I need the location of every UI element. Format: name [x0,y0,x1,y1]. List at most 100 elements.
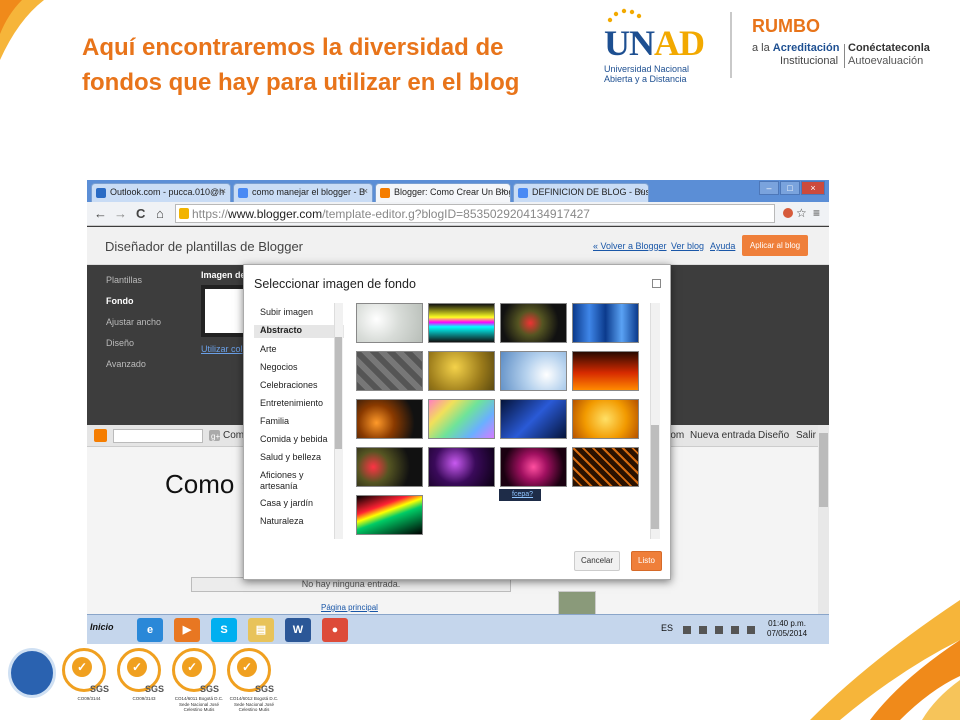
taskbar-file-explorer-icon[interactable]: ▤ [248,618,274,642]
maximize-button[interactable]: □ [780,181,800,195]
category-item-salud-belleza[interactable]: Salud y belleza [254,452,344,463]
background-thumbnail-red-green-bokeh[interactable] [500,303,567,343]
google-plus-icon[interactable]: g+ [209,430,220,441]
designer-nav-diseno[interactable]: Diseño [106,338,134,348]
background-image-label: Imagen de [201,270,246,280]
dialog-close-icon[interactable] [652,279,661,288]
category-item-arte[interactable]: Arte [254,344,344,355]
tray-battery-icon[interactable] [715,626,723,634]
taskbar-internet-explorer-icon[interactable]: e [137,618,163,642]
background-thumbnail-orange-circuit[interactable] [572,447,639,487]
category-item-comida-bebida[interactable]: Comida y bebida [254,434,344,445]
category-item-aficiones[interactable]: Aficiones y artesanía [254,470,334,492]
home-icon[interactable]: ⌂ [156,206,164,221]
tab-close-icon[interactable]: × [363,186,368,196]
category-item-entretenimiento[interactable]: Entretenimiento [254,398,344,409]
browser-tab-manejar-blogger[interactable]: como manejar el blogger - B × [233,183,373,202]
browser-tab-blogger[interactable]: Blogger: Como Crear Un Blog × [375,183,511,202]
extension-icon[interactable] [782,207,794,219]
navbar-signout[interactable]: Salir [796,430,816,441]
tab-close-icon[interactable]: × [501,186,506,196]
background-thumbnail-grey-squares[interactable] [356,351,423,391]
preview-scrollbar-thumb[interactable] [819,433,828,507]
blogger-header: Diseñador de plantillas de Blogger « Vol… [87,227,829,265]
taskbar-media-player-icon[interactable]: ▶ [174,618,200,642]
designer-nav-fondo[interactable]: Fondo [106,296,134,306]
back-to-blogger-link[interactable]: « Volver a Blogger [593,241,667,251]
start-button[interactable]: Inicio [90,622,114,632]
tray-network-icon[interactable] [731,626,739,634]
rumbo-logo: RUMBO a la Acreditación Institucional Co… [752,16,952,76]
slide-title: Aquí encontraremos la diversidad de fond… [82,34,520,96]
designer-nav-ajustar-ancho[interactable]: Ajustar ancho [106,317,161,327]
taskbar-clock[interactable]: 01:40 p.m. 07/05/2014 [767,619,807,639]
view-blog-link[interactable]: Ver blog [671,241,704,251]
navbar-search-input[interactable] [113,429,203,443]
background-thumbnail-rainbow-glitter[interactable] [428,399,495,439]
cancel-button[interactable]: Cancelar [574,551,620,571]
minimize-button[interactable]: – [759,181,779,195]
background-thumbnail-yellow-swirls[interactable] [572,399,639,439]
category-item-casa-jardin[interactable]: Casa y jardín [254,498,344,509]
tab-close-icon[interactable]: × [221,186,226,196]
back-arrow-icon[interactable]: ← [94,206,107,221]
navbar-design[interactable]: Diseño [758,430,789,441]
category-scrollbar-thumb[interactable] [335,337,342,449]
background-thumbnail-blue-light-rays[interactable] [572,303,639,343]
menu-icon[interactable]: ≡ [813,206,820,220]
background-thumbnail-orange-sparks[interactable] [356,399,423,439]
tray-up-arrow-icon[interactable] [683,626,691,634]
close-window-button[interactable]: × [801,181,825,195]
background-thumbnail-flames[interactable] [572,351,639,391]
apply-to-blog-button[interactable]: Aplicar al blog [742,235,808,256]
taskbar-chrome-icon[interactable]: ● [322,618,348,642]
background-thumbnail-light-trails[interactable] [356,495,423,535]
designer-nav-avanzado[interactable]: Avanzado [106,359,146,369]
background-thumbnail-blue-swirl[interactable] [500,351,567,391]
category-item-negocios[interactable]: Negocios [254,362,344,373]
browser-tab-outlook[interactable]: Outlook.com - pucca.010@h × [91,183,231,202]
main-page-link[interactable]: Página principal [321,603,378,612]
category-item-familia[interactable]: Familia [254,416,344,427]
conectate-label: Conéctateconla [848,42,930,54]
taskbar-word-icon[interactable]: W [285,618,311,642]
tray-flag-icon[interactable] [699,626,707,634]
star-bookmark-icon[interactable]: ☆ [796,206,807,220]
background-thumbnail-pink-bokeh[interactable] [500,447,567,487]
help-link[interactable]: Ayuda [710,241,735,251]
background-thumbnail-grid [356,303,648,539]
reload-icon[interactable]: C [136,206,145,221]
browser-tab-definicion[interactable]: DEFINICION DE BLOG - Busc × [513,183,649,202]
windows-taskbar: Inicio e ▶ S ▤ W ● ES 01:40 p.m. 07/05/2014 [87,614,829,644]
category-item-subir-imagen[interactable]: Subir imagen [254,307,344,318]
seal-code: CO09/3143 [132,696,156,701]
forward-arrow-icon[interactable]: → [114,206,127,221]
page-title: Diseñador de plantillas de Blogger [105,239,304,254]
dialog-title: Seleccionar imagen de fondo [254,277,416,291]
background-thumbnail-bokeh-white[interactable] [356,303,423,343]
navbar-new-post[interactable]: Nueva entrada [690,430,756,441]
autoevaluacion-label: Autoevaluación [848,55,924,67]
background-thumbnail-golden-texture[interactable] [428,351,495,391]
author-badge[interactable]: fcepa? [499,489,541,501]
browser-screenshot: Outlook.com - pucca.010@h × como manejar… [87,180,829,644]
language-indicator[interactable]: ES [661,623,673,633]
background-thumbnail-blue-streaks[interactable] [500,399,567,439]
category-item-naturaleza[interactable]: Naturaleza [254,516,344,527]
taskbar-skype-icon[interactable]: S [211,618,237,642]
category-item-abstracto[interactable]: Abstracto [254,325,344,338]
tray-volume-icon[interactable] [747,626,755,634]
background-thumbnail-neon-lines[interactable] [428,303,495,343]
tab-close-icon[interactable]: × [639,186,644,196]
grid-scrollbar-thumb[interactable] [651,425,659,529]
use-color-link[interactable]: Utilizar col [201,344,243,354]
address-bar[interactable]: https://www.blogger.com/template-editor.… [175,204,775,223]
logo-divider [730,12,732,78]
background-thumbnail-city-bokeh[interactable] [356,447,423,487]
done-button[interactable]: Listo [631,551,662,571]
category-item-celebraciones[interactable]: Celebraciones [254,380,344,391]
designer-nav-plantillas[interactable]: Plantillas [106,275,142,285]
lock-icon [179,208,189,219]
background-thumbnail-purple-fireworks[interactable] [428,447,495,487]
background-image-thumbnail[interactable] [201,285,249,337]
